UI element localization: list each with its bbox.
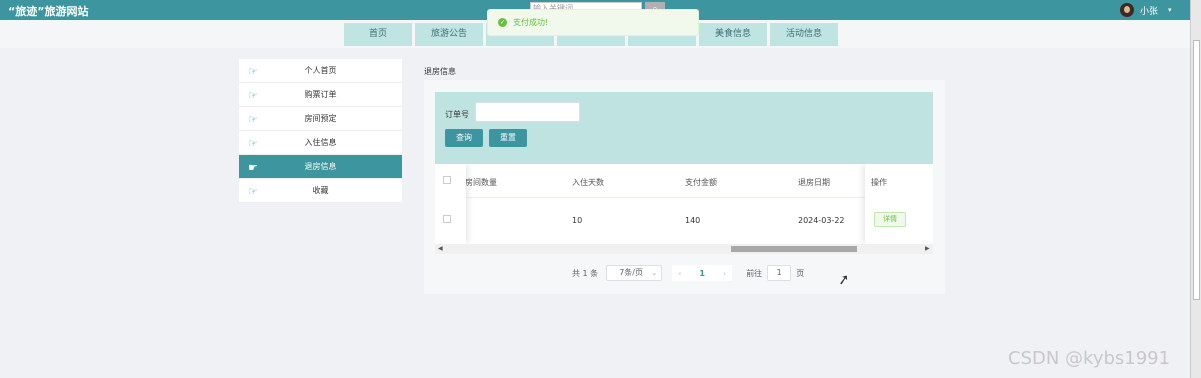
- column-header-actions: 操作: [871, 178, 887, 187]
- pagination: 共 1 条 7条/页 ⌄ ‹ 1 › 前往 1 页: [572, 265, 804, 281]
- scroll-right-icon[interactable]: ▶: [925, 245, 930, 252]
- row-checkbox[interactable]: [443, 215, 451, 223]
- sidebar-item-label: 收藏: [312, 186, 329, 195]
- pagination-total: 共 1 条: [572, 268, 599, 278]
- reset-button[interactable]: 重置: [489, 129, 527, 147]
- user-name[interactable]: 小张: [1140, 4, 1158, 17]
- cell-amount: 140: [685, 216, 701, 225]
- sidebar-item-checkout[interactable]: ☛ 退房信息: [239, 155, 402, 179]
- sidebar-item-home[interactable]: ☞ 个人首页: [239, 59, 402, 83]
- column-header-rooms: 房间数量: [465, 178, 497, 187]
- sidebar: ☞ 个人首页 ☞ 购票订单 ☞ 房间预定 ☞ 入住信息 ☛ 退房信息 ☞ 收藏: [239, 59, 402, 203]
- page-scrollbar[interactable]: [1190, 0, 1201, 378]
- watermark: CSDN @kybs1991: [1008, 348, 1171, 369]
- sidebar-item-favorites[interactable]: ☞ 收藏: [239, 179, 402, 203]
- order-number-input[interactable]: [475, 102, 580, 122]
- toast-message: 支付成功!: [513, 18, 549, 27]
- goto-label: 前往: [746, 268, 763, 278]
- goto-page-input[interactable]: 1: [767, 265, 792, 281]
- column-header-days: 入住天数: [572, 178, 604, 187]
- sidebar-item-label: 入住信息: [304, 138, 337, 147]
- table-horizontal-scrollbar[interactable]: ◀ ▶: [435, 244, 933, 254]
- check-circle-icon: ✓: [498, 18, 507, 27]
- nav-tab-home[interactable]: 首页: [344, 23, 412, 46]
- page-size-value: 7条/页: [619, 268, 643, 277]
- table-header: 房间数量 入住天数 支付金额 退房日期: [435, 164, 933, 198]
- selection-column: [435, 164, 466, 244]
- avatar[interactable]: [1120, 3, 1134, 17]
- sidebar-item-label: 个人首页: [304, 66, 337, 75]
- nav-tab-activities[interactable]: 活动信息: [770, 23, 838, 46]
- chevron-down-icon: ⌄: [651, 269, 658, 277]
- chevron-down-icon[interactable]: ▾: [1168, 6, 1172, 14]
- detail-button[interactable]: 详情: [874, 212, 906, 227]
- sidebar-item-label: 购票订单: [304, 90, 337, 99]
- column-header-amount: 支付金额: [685, 178, 717, 187]
- success-toast: ✓ 支付成功!: [487, 9, 699, 36]
- scrollbar-thumb[interactable]: [731, 246, 857, 252]
- sidebar-item-label: 退房信息: [304, 162, 337, 171]
- column-header-date: 退房日期: [798, 178, 830, 187]
- sidebar-item-checkin[interactable]: ☞ 入住信息: [239, 131, 402, 155]
- prev-page-icon[interactable]: ‹: [678, 269, 681, 278]
- cell-days: 10: [572, 216, 583, 225]
- page-navigator: ‹ 1 ›: [672, 265, 733, 281]
- select-all-checkbox[interactable]: [443, 176, 451, 184]
- query-button[interactable]: 查询: [445, 129, 483, 147]
- site-brand[interactable]: “旅迹”旅游网站: [8, 3, 88, 19]
- sidebar-item-label: 房间预定: [304, 114, 337, 123]
- table-row: 10 140 2024-03-22: [435, 199, 933, 243]
- checkout-table: 房间数量 入住天数 支付金额 退房日期 10 140 2024-03-22 操作…: [435, 164, 933, 244]
- page-title: 退房信息: [424, 67, 456, 76]
- sidebar-item-room-booking[interactable]: ☞ 房间预定: [239, 107, 402, 131]
- actions-column: 操作 详情: [865, 164, 933, 244]
- user-menu[interactable]: 小张 ▾: [1120, 2, 1172, 18]
- page-size-select[interactable]: 7条/页 ⌄: [606, 265, 663, 281]
- sidebar-item-ticket-orders[interactable]: ☞ 购票订单: [239, 83, 402, 107]
- nav-tab-announcements[interactable]: 旅游公告: [415, 23, 483, 46]
- order-number-label: 订单号: [445, 110, 469, 119]
- current-page[interactable]: 1: [699, 269, 705, 278]
- cell-date: 2024-03-22: [798, 216, 845, 225]
- mouse-cursor-icon: ➚: [836, 271, 852, 289]
- scroll-left-icon[interactable]: ◀: [438, 245, 443, 252]
- scrollbar-thumb[interactable]: [1193, 40, 1200, 300]
- next-page-icon[interactable]: ›: [723, 269, 726, 278]
- search-panel: 订单号 查询 重置: [435, 92, 933, 164]
- nav-tab-food[interactable]: 美食信息: [699, 23, 767, 46]
- page-suffix: 页: [796, 268, 805, 278]
